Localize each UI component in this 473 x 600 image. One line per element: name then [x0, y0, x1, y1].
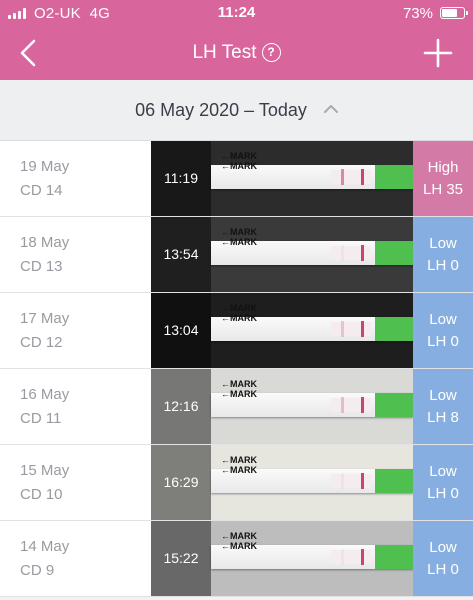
strip-result-window [331, 322, 371, 336]
strip-handle [375, 165, 413, 189]
lh-level: High [427, 159, 459, 176]
lh-result-badge: Low LH 0 [413, 293, 473, 368]
strip-mark-label: ←MARK ←MARK [221, 455, 257, 475]
test-row[interactable]: 17 May CD 12 13:04 ←MARK ←MARK Low LH 0 [0, 293, 473, 369]
test-time: 11:19 [164, 170, 198, 186]
test-time: 15:22 [163, 550, 199, 566]
strip-mark-label: ←MARK ←MARK [221, 227, 257, 247]
test-time: 13:04 [163, 322, 199, 338]
test-time: 13:54 [163, 246, 199, 262]
test-strip: ←MARK ←MARK [211, 379, 413, 417]
test-date: 15 May [20, 462, 70, 479]
cycle-day: CD 14 [20, 182, 63, 199]
strip-mark-label: ←MARK ←MARK [221, 303, 257, 323]
control-line [361, 321, 364, 337]
strip-mark-label: ←MARK ←MARK [221, 151, 257, 171]
help-icon[interactable]: ? [261, 43, 281, 62]
strip-handle [375, 393, 413, 417]
test-row[interactable]: 18 May CD 13 13:54 ←MARK ←MARK Low LH 0 [0, 217, 473, 293]
strip-result-window [331, 550, 371, 564]
control-line [361, 245, 364, 261]
page-title: LH Test? [0, 42, 473, 64]
strip-mark-label: ←MARK ←MARK [221, 531, 257, 551]
strip-result-window [331, 474, 371, 488]
test-date: 18 May [20, 234, 70, 251]
test-row[interactable]: 15 May CD 10 16:29 ←MARK ←MARK Low LH 0 [0, 445, 473, 521]
test-time: 16:29 [163, 474, 199, 490]
control-line [361, 549, 364, 565]
test-line [341, 549, 344, 565]
strip-mark-label: ←MARK ←MARK [221, 379, 257, 399]
test-row[interactable]: 16 May CD 11 12:16 ←MARK ←MARK Low LH 8 [0, 369, 473, 445]
lh-value: LH 8 [427, 409, 459, 426]
test-row[interactable]: 14 May CD 9 15:22 ←MARK ←MARK Low LH 0 [0, 521, 473, 597]
date-range-label: 06 May 2020 – Today [135, 100, 307, 120]
date-range-selector[interactable]: 06 May 2020 – Today [0, 80, 473, 141]
lh-result-badge: Low LH 0 [413, 521, 473, 596]
test-strip: ←MARK ←MARK [211, 227, 413, 265]
lh-result-badge: Low LH 8 [413, 369, 473, 444]
plus-icon[interactable] [423, 38, 453, 68]
cycle-day: CD 13 [20, 258, 63, 275]
lh-level: Low [429, 539, 457, 556]
strip-result-window [331, 170, 371, 184]
test-date: 17 May [20, 310, 70, 327]
control-line [361, 397, 364, 413]
lh-result-badge: High LH 35 [413, 141, 473, 216]
test-line [341, 397, 344, 413]
test-line [341, 245, 344, 261]
lh-value: LH 0 [427, 333, 459, 350]
cycle-day: CD 12 [20, 334, 63, 351]
test-strip: ←MARK ←MARK [211, 531, 413, 569]
lh-result-badge: Low LH 0 [413, 217, 473, 292]
test-line [341, 169, 344, 185]
strip-handle [375, 317, 413, 341]
test-date: 14 May [20, 538, 70, 555]
lh-value: LH 0 [427, 485, 459, 502]
status-bar: O2-UK 4G 11:24 73% [0, 0, 473, 26]
lh-level: Low [429, 235, 457, 252]
test-line [341, 473, 344, 489]
lh-value: LH 35 [422, 181, 464, 198]
test-date: 16 May [20, 386, 70, 403]
control-line [361, 473, 364, 489]
strip-handle [375, 545, 413, 569]
battery-icon [440, 7, 468, 19]
strip-result-window [331, 246, 371, 260]
test-strip-photo[interactable]: 13:54 ←MARK ←MARK [151, 217, 413, 292]
test-strip-photo[interactable]: 15:22 ←MARK ←MARK [151, 521, 413, 596]
test-strip: ←MARK ←MARK [211, 455, 413, 493]
test-line [341, 321, 344, 337]
cycle-day: CD 10 [20, 486, 63, 503]
test-time: 12:16 [163, 398, 199, 414]
app-header: O2-UK 4G 11:24 73% LH Test? [0, 0, 473, 80]
chevron-up-icon [323, 105, 338, 114]
test-row[interactable]: 19 May CD 14 11:19 ←MARK ←MARK High LH 35 [0, 141, 473, 217]
test-strip: ←MARK ←MARK [211, 151, 413, 189]
test-strip: ←MARK ←MARK [211, 303, 413, 341]
cycle-day: CD 11 [20, 410, 62, 427]
control-line [361, 169, 364, 185]
strip-result-window [331, 398, 371, 412]
test-strip-photo[interactable]: 11:19 ←MARK ←MARK [151, 141, 413, 216]
test-strip-photo[interactable]: 13:04 ←MARK ←MARK [151, 293, 413, 368]
strip-handle [375, 469, 413, 493]
test-strip-photo[interactable]: 12:16 ←MARK ←MARK [151, 369, 413, 444]
lh-level: Low [429, 311, 457, 328]
lh-level: Low [429, 463, 457, 480]
lh-value: LH 0 [427, 257, 459, 274]
lh-value: LH 0 [427, 561, 459, 578]
lh-result-badge: Low LH 0 [413, 445, 473, 520]
lh-level: Low [429, 387, 457, 404]
cycle-day: CD 9 [20, 562, 55, 579]
test-strip-photo[interactable]: 16:29 ←MARK ←MARK [151, 445, 413, 520]
test-list: 19 May CD 14 11:19 ←MARK ←MARK High LH 35 18 Ma… [0, 141, 473, 597]
test-date: 19 May [20, 158, 70, 175]
strip-handle [375, 241, 413, 265]
battery-percent: 73% [402, 5, 433, 22]
